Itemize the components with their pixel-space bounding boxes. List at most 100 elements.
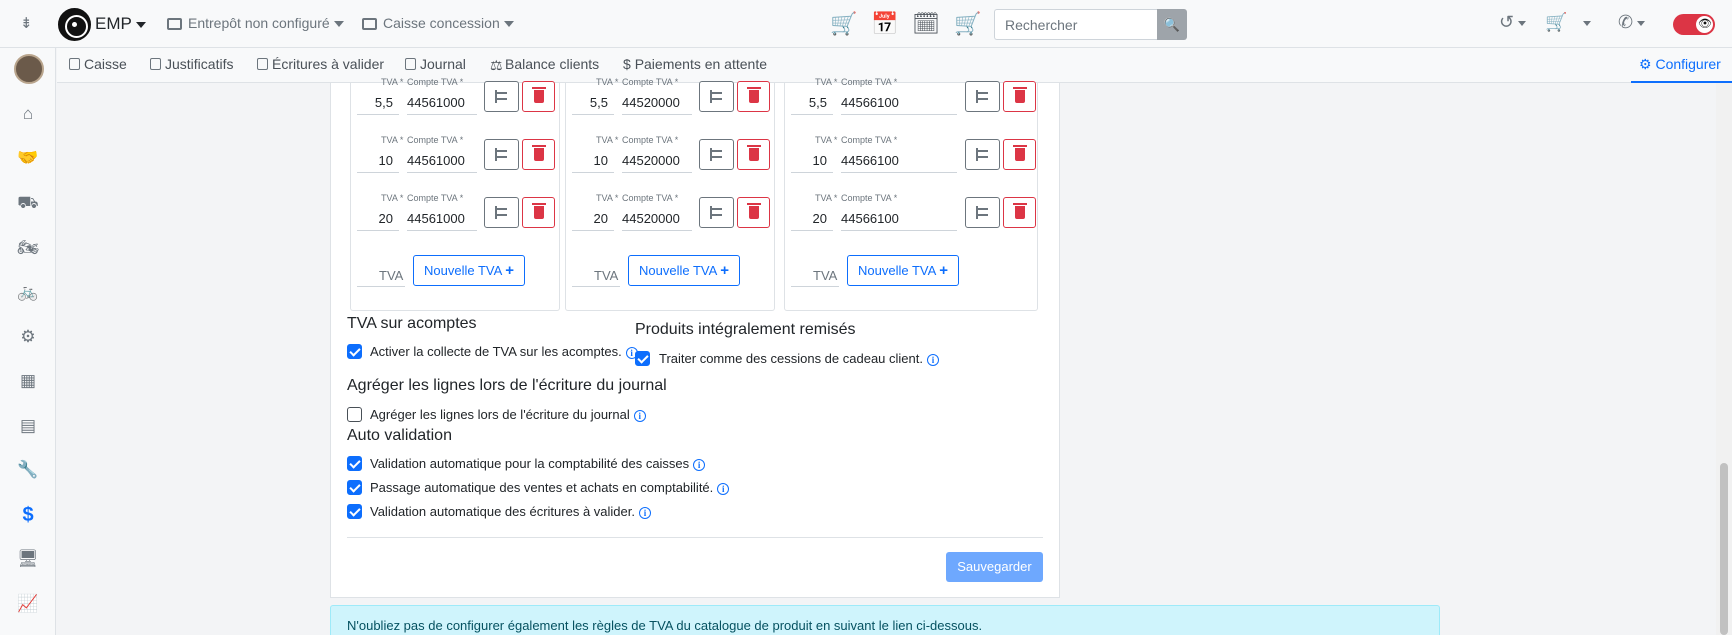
avatar[interactable] — [14, 54, 44, 84]
account-tree-button[interactable] — [699, 81, 734, 112]
delete-button[interactable] — [737, 197, 770, 228]
save-button[interactable]: Sauvegarder — [946, 552, 1043, 582]
visibility-toggle[interactable]: 👁 — [1673, 14, 1715, 35]
tva-rate-field[interactable]: 5,5 — [357, 93, 399, 115]
phone-icon[interactable]: ✆ — [1618, 12, 1646, 33]
tva-rate-field[interactable]: 20 — [357, 209, 399, 231]
wrench-icon[interactable]: 🔧 — [17, 460, 39, 480]
tab-justificatifs[interactable]: Justificatifs — [150, 56, 233, 72]
delete-button[interactable] — [737, 139, 770, 170]
auto-passage-label[interactable]: Passage automatique des ventes et achats… — [370, 480, 730, 495]
account-tree-button[interactable] — [699, 139, 734, 170]
new-tva-button[interactable]: Nouvelle TVA + — [413, 255, 526, 286]
account-tree-button[interactable] — [484, 197, 519, 228]
new-tva-button[interactable]: Nouvelle TVA + — [628, 255, 741, 286]
auto-validation-caisses-label[interactable]: Validation automatique pour la comptabil… — [370, 456, 706, 471]
auto-validation-ecritures-label[interactable]: Validation automatique des écritures à v… — [370, 504, 651, 519]
basket-icon[interactable]: 🛒 — [1545, 12, 1592, 33]
info-icon[interactable]: i — [638, 507, 651, 519]
agreger-checkbox[interactable] — [347, 407, 362, 422]
compte-tva-field[interactable]: 44566100 — [841, 209, 957, 231]
delete-button[interactable] — [1003, 197, 1036, 228]
info-icon[interactable]: i — [717, 483, 730, 495]
workshop-icon[interactable]: ⛟ — [17, 193, 39, 213]
tva-rate-field[interactable]: 20 — [791, 209, 833, 231]
compte-tva-field[interactable]: 44566100 — [841, 93, 957, 115]
history-icon[interactable]: ↺ — [1499, 12, 1527, 33]
tab-configurer[interactable]: ⚙ Configurer — [1631, 48, 1732, 83]
compte-tva-field[interactable]: 44520000 — [622, 151, 692, 173]
new-tva-field[interactable] — [572, 286, 620, 287]
delete-button[interactable] — [1003, 81, 1036, 112]
tva-rate-field[interactable]: 10 — [357, 151, 399, 173]
account-tree-button[interactable] — [965, 197, 1000, 228]
tva-rate-field[interactable]: 10 — [572, 151, 614, 173]
new-tva-field[interactable] — [791, 286, 839, 287]
delete-button[interactable] — [737, 81, 770, 112]
warehouse-select[interactable]: Entrepôt non configuré — [167, 15, 344, 31]
monitor-icon[interactable]: 🖥 — [17, 549, 39, 569]
auto-validation-caisses-checkbox[interactable] — [347, 456, 362, 471]
sitemap-icon — [976, 148, 989, 161]
info-icon[interactable]: i — [633, 410, 646, 422]
tva-rate-field[interactable]: 20 — [572, 209, 614, 231]
cart-icon[interactable]: 🛒 — [830, 11, 858, 37]
parts-icon[interactable]: ⚙ — [17, 327, 39, 347]
compte-tva-field[interactable]: 44520000 — [622, 93, 692, 115]
tab-journal[interactable]: Journal — [405, 56, 466, 72]
tab-balance-clients[interactable]: ⚖ Balance clients — [490, 56, 599, 73]
home-icon[interactable]: ⌂ — [17, 104, 39, 124]
compte-tva-field[interactable]: 44566100 — [841, 151, 957, 173]
tab-ecritures[interactable]: Écritures à valider — [257, 56, 384, 72]
calendar-tools-icon[interactable]: 🗓 — [912, 11, 940, 37]
tva-rate-field[interactable]: 5,5 — [572, 93, 614, 115]
account-tree-button[interactable] — [484, 81, 519, 112]
tva-row: TVA * Compte TVA * 10 44566100 — [785, 133, 1039, 181]
compte-tva-field[interactable]: 44561000 — [407, 209, 477, 231]
tva-rate-field[interactable]: 5,5 — [791, 93, 833, 115]
new-tva-button[interactable]: Nouvelle TVA + — [847, 255, 960, 286]
warehouse-icon[interactable]: ▦ — [17, 371, 39, 391]
cart-moto-icon[interactable]: 🛒 — [954, 11, 982, 37]
pin-sidebar-icon[interactable]: ⇟ — [20, 14, 36, 32]
remises-checkbox[interactable] — [635, 351, 650, 366]
delete-button[interactable] — [522, 197, 555, 228]
compte-tva-field[interactable]: 44561000 — [407, 93, 477, 115]
delete-button[interactable] — [522, 139, 555, 170]
account-tree-button[interactable] — [965, 139, 1000, 170]
search-input[interactable] — [994, 9, 1158, 40]
chart-line-icon[interactable]: 📈 — [17, 594, 39, 614]
delete-button[interactable] — [1003, 139, 1036, 170]
dollar-icon[interactable]: $ — [17, 505, 39, 525]
calendar-icon[interactable]: ▤ — [17, 416, 39, 436]
account-tree-button[interactable] — [699, 197, 734, 228]
search-button[interactable]: 🔍 — [1157, 9, 1187, 40]
motorcycle-icon[interactable]: 🏍 — [17, 238, 39, 258]
account-tree-button[interactable] — [965, 81, 1000, 112]
bicycle-icon[interactable]: 🚲 — [17, 282, 39, 302]
delete-button[interactable] — [522, 81, 555, 112]
brand-menu[interactable]: EMP — [95, 14, 146, 34]
tab-caisse[interactable]: Caisse — [69, 56, 127, 72]
handshake-icon[interactable]: 🤝 — [17, 148, 39, 168]
scrollbar[interactable] — [1716, 83, 1732, 635]
acomptes-checkbox[interactable] — [347, 344, 362, 359]
tab-paiements[interactable]: $ Paiements en attente — [623, 56, 767, 72]
compte-tva-field[interactable]: 44520000 — [622, 209, 692, 231]
account-tree-button[interactable] — [484, 139, 519, 170]
cashdesk-select[interactable]: Caisse concession — [362, 15, 514, 31]
remises-checkbox-label[interactable]: Traiter comme des cessions de cadeau cli… — [659, 351, 939, 366]
compte-label: Compte TVA * — [622, 135, 679, 145]
agreger-checkbox-label[interactable]: Agréger les lignes lors de l'écriture du… — [370, 407, 646, 422]
new-tva-field[interactable] — [357, 286, 405, 287]
auto-passage-checkbox[interactable] — [347, 480, 362, 495]
info-icon[interactable]: i — [693, 459, 706, 471]
app-logo[interactable] — [58, 8, 91, 41]
compte-tva-field[interactable]: 44561000 — [407, 151, 477, 173]
tva-rate-field[interactable]: 10 — [791, 151, 833, 173]
acomptes-checkbox-label[interactable]: Activer la collecte de TVA sur les acomp… — [370, 344, 638, 359]
scrollbar-thumb[interactable] — [1720, 463, 1728, 635]
calendar-moto-icon[interactable]: 📅 — [871, 11, 899, 37]
auto-validation-ecritures-checkbox[interactable] — [347, 504, 362, 519]
info-icon[interactable]: i — [926, 354, 939, 366]
